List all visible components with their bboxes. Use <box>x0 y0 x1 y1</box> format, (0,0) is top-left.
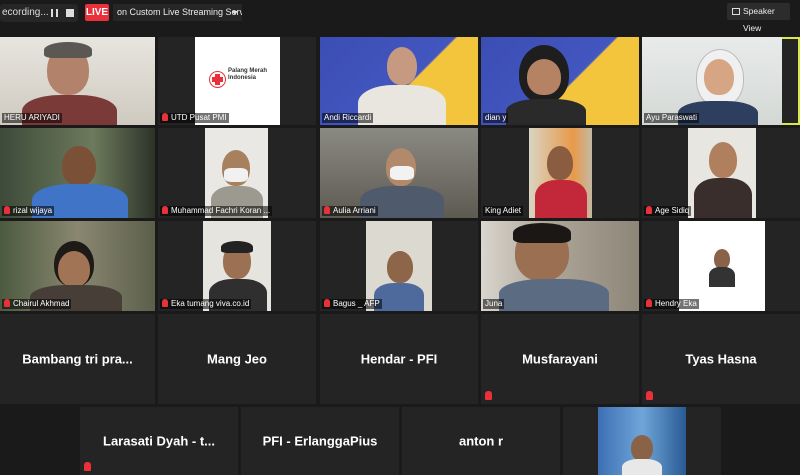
participant-video <box>205 128 268 218</box>
pmi-logo-text: Palang Merah Indonesia <box>228 68 268 81</box>
participant-name: PFI - ErlanggaPius <box>262 433 378 449</box>
participant-name: Mang Jeo <box>207 351 267 367</box>
participant-name: HERU ARIYADI <box>2 113 62 123</box>
name-only-tile[interactable]: Mang Jeo <box>158 314 316 404</box>
participant-name: Juna <box>483 299 505 309</box>
mic-muted-icon <box>4 206 10 214</box>
meeting-topbar: ecording... LIVE on Custom Live Streamin… <box>0 0 800 33</box>
grid-icon <box>732 8 740 15</box>
participant-name: Age Sidiq <box>644 206 692 216</box>
name-only-tile[interactable]: Musfarayani <box>481 314 639 404</box>
participant-video <box>481 37 639 125</box>
video-tile[interactable]: Andi Riccardi <box>320 37 478 125</box>
mic-muted-icon <box>485 391 492 400</box>
live-stream-dropdown[interactable]: on Custom Live Streaming Service <box>113 4 242 21</box>
video-tile[interactable]: Aulia Arriani <box>320 128 478 218</box>
participant-name: Bambang tri pra... <box>22 351 133 367</box>
mic-muted-icon <box>162 299 168 307</box>
participant-name: Hendar - PFI <box>360 351 438 367</box>
participant-video <box>0 221 155 311</box>
participant-video <box>320 128 478 218</box>
video-tile[interactable]: Juna <box>481 221 639 311</box>
recording-label: ecording... <box>2 7 49 18</box>
participant-name: rizal wijaya <box>2 206 55 216</box>
participant-video <box>642 37 782 125</box>
participant-video <box>320 37 478 125</box>
video-tile[interactable]: Age Sidiq <box>642 128 800 218</box>
participant-name: Andi Riccardi <box>322 113 374 123</box>
participant-video <box>481 221 639 311</box>
mic-muted-icon <box>84 462 91 471</box>
video-tile[interactable]: rizal wijaya <box>0 128 155 218</box>
chevron-down-icon <box>232 11 238 15</box>
participant-name: Musfarayani <box>522 351 598 367</box>
video-tile[interactable]: King Adiet <box>481 128 639 218</box>
mic-muted-icon <box>4 299 10 307</box>
pmi-logo-video: Palang Merah Indonesia <box>195 37 280 125</box>
participant-video <box>366 221 432 311</box>
participant-name: Eka tumang viva.co.id <box>160 299 252 309</box>
participant-name: Tyas Hasna <box>685 351 757 367</box>
stop-recording-icon[interactable] <box>66 9 74 17</box>
participant-video <box>0 37 155 125</box>
mic-muted-icon <box>324 299 330 307</box>
video-tile[interactable]: Hendry Eka <box>642 221 800 311</box>
name-only-tile[interactable]: Larasati Dyah - t... <box>80 407 238 475</box>
participant-name: Larasati Dyah - t... <box>103 433 215 449</box>
participant-video <box>598 407 686 475</box>
video-tile[interactable]: Muhammad Fachri Koran ... <box>158 128 316 218</box>
participant-name: Hendry Eka <box>644 299 699 309</box>
mic-muted-icon <box>646 206 652 214</box>
participant-name: Aulia Arriani <box>322 206 378 216</box>
video-tile-active-speaker[interactable]: Ayu Paraswati <box>642 37 800 125</box>
recording-indicator: ecording... <box>0 4 78 22</box>
name-only-tile[interactable]: PFI - ErlanggaPius <box>241 407 399 475</box>
mic-muted-icon <box>324 206 330 214</box>
video-tile[interactable]: Chairul Akhmad <box>0 221 155 311</box>
participant-name: UTD Pusat PMI <box>160 113 229 123</box>
live-stream-label: on Custom Live Streaming Service <box>117 7 242 17</box>
live-badge: LIVE <box>85 4 109 21</box>
mic-muted-icon <box>162 206 168 214</box>
participant-video <box>203 221 271 311</box>
mic-muted-icon <box>646 299 652 307</box>
participant-video <box>0 128 155 218</box>
name-only-tile[interactable]: Bambang tri pra... <box>0 314 155 404</box>
video-tile[interactable]: HERU ARIYADI <box>0 37 155 125</box>
video-tile[interactable]: Bagus _ AFP <box>320 221 478 311</box>
video-tile[interactable]: dian y <box>481 37 639 125</box>
name-only-tile[interactable]: anton r <box>402 407 560 475</box>
participant-video <box>529 128 592 218</box>
pause-recording-icon[interactable] <box>51 9 58 17</box>
participant-photo <box>679 221 765 311</box>
participant-name: dian y <box>483 113 509 123</box>
video-tile[interactable] <box>563 407 721 475</box>
red-cross-logo-icon <box>209 71 226 88</box>
participant-name: Ayu Paraswati <box>644 113 699 123</box>
mic-muted-icon <box>162 113 168 121</box>
name-only-tile[interactable]: Hendar - PFI <box>320 314 478 404</box>
mic-muted-icon <box>646 391 653 400</box>
video-tile[interactable]: Eka tumang viva.co.id <box>158 221 316 311</box>
video-tile[interactable]: Palang Merah Indonesia UTD Pusat PMI <box>158 37 316 125</box>
participant-name: anton r <box>458 433 504 449</box>
participant-video <box>688 128 756 218</box>
name-only-tile[interactable]: Tyas Hasna <box>642 314 800 404</box>
speaker-view-label: Speaker View <box>743 6 775 33</box>
participant-name: Bagus _ AFP <box>322 299 382 309</box>
participant-name: King Adiet <box>483 206 524 216</box>
participant-name: Muhammad Fachri Koran ... <box>160 206 273 216</box>
participant-name: Chairul Akhmad <box>2 299 72 309</box>
speaker-view-button[interactable]: Speaker View <box>727 3 790 33</box>
